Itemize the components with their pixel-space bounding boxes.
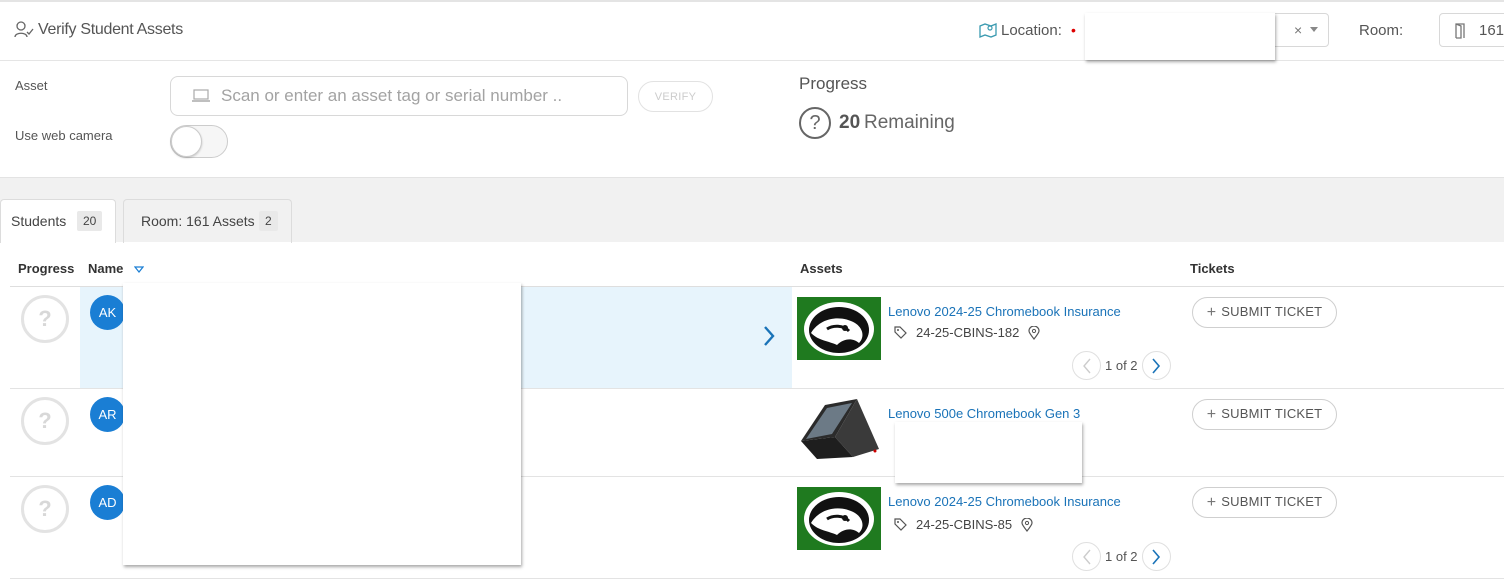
asset-link[interactable]: Lenovo 2024-25 Chromebook Insurance [888,494,1121,509]
page-header: Verify Student Assets Location: • × Room… [0,2,1504,61]
location-pin-icon[interactable] [1021,517,1033,532]
room-value: 161 [1479,22,1504,39]
question-circle-icon: ? [799,107,831,139]
tab-count-badge: 20 [77,211,103,231]
page-indicator: 1 of 2 [1105,358,1138,373]
tab-room-assets[interactable]: Room: 161 Assets 2 [123,199,292,243]
verify-button[interactable]: VERIFY [638,81,713,112]
progress-title: Progress [799,74,868,93]
column-header-name[interactable]: Name [88,261,123,276]
web-camera-label: Use web camera [15,128,113,143]
submit-ticket-button[interactable]: + SUBMIT TICKET [1192,399,1337,430]
chevron-down-icon[interactable] [1310,27,1318,32]
progress-unknown-icon: ? [21,485,69,533]
web-camera-toggle[interactable] [170,125,228,158]
plus-icon: + [1206,405,1217,423]
submit-ticket-label: SUBMIT TICKET [1221,405,1323,421]
page-indicator: 1 of 2 [1105,549,1138,564]
panther-logo-thumbnail [797,297,881,360]
tab-label: Students [11,213,67,229]
clear-icon[interactable]: × [1294,22,1302,38]
next-page-button[interactable] [1141,351,1171,380]
previous-page-button[interactable] [1072,542,1101,571]
tabs-bar: Students 20 Room: 161 Assets 2 [0,177,1504,243]
plus-icon: + [1206,493,1217,511]
tab-count-badge: 2 [259,211,278,231]
chevron-right-icon[interactable] [762,325,776,347]
avatar: AR [90,397,125,432]
location-pin-icon[interactable] [1028,325,1040,340]
asset-label: Asset [15,78,48,93]
door-icon [1455,23,1465,39]
chevron-right-icon [1152,548,1161,565]
avatar: AD [90,485,125,520]
column-header-tickets: Tickets [1190,261,1235,276]
avatar: AK [90,295,125,330]
asset-pager: 1 of 2 [1072,542,1171,571]
submit-ticket-label: SUBMIT TICKET [1221,303,1323,319]
progress-unknown-icon: ? [21,295,69,343]
sort-down-icon[interactable] [134,266,144,273]
panther-logo-thumbnail [797,487,881,550]
chevron-left-icon [1082,358,1091,373]
user-check-icon [14,21,34,38]
next-page-button[interactable] [1141,542,1171,571]
room-select[interactable]: 161 [1439,13,1504,47]
asset-link[interactable]: Lenovo 2024-25 Chromebook Insurance [888,304,1121,319]
column-header-progress: Progress [18,261,75,276]
asset-tag: 24-25-CBINS-85 [916,517,1013,532]
required-indicator: • [1071,22,1076,38]
previous-page-button[interactable] [1072,351,1101,380]
redacted-location-value [1085,13,1275,60]
toggle-knob[interactable] [171,126,202,157]
chevron-left-icon [1082,549,1091,564]
submit-ticket-button[interactable]: + SUBMIT TICKET [1192,487,1337,518]
page-title: Verify Student Assets [14,21,183,39]
remaining-label: Remaining [864,112,955,133]
asset-link[interactable]: Lenovo 500e Chromebook Gen 3 [888,406,1080,421]
map-icon [979,23,997,38]
asset-tag: 24-25-CBINS-182 [916,325,1020,340]
tag-icon [894,518,907,531]
chromebook-thumbnail [797,397,881,460]
tag-icon [894,326,907,339]
submit-ticket-button[interactable]: + SUBMIT TICKET [1192,297,1337,328]
redacted-asset-details [895,422,1082,483]
asset-input[interactable] [170,76,628,116]
plus-icon: + [1206,303,1217,321]
progress-unknown-icon: ? [21,397,69,445]
asset-tag-line: 24-25-CBINS-85 [894,517,1033,532]
redacted-student-names [123,283,521,565]
chevron-right-icon [1152,357,1161,374]
room-label: Room: [1359,22,1404,39]
tab-students[interactable]: Students 20 [0,199,116,243]
tab-label: Room: 161 Assets [141,213,255,229]
column-header-assets: Assets [800,261,843,276]
submit-ticket-label: SUBMIT TICKET [1221,493,1323,509]
location-label: Location: [1001,22,1062,39]
asset-tag-line: 24-25-CBINS-182 [894,325,1040,340]
page-title-text: Verify Student Assets [38,21,183,38]
laptop-icon [192,89,210,102]
remaining-count: 20 [839,112,861,133]
asset-pager: 1 of 2 [1072,351,1171,380]
